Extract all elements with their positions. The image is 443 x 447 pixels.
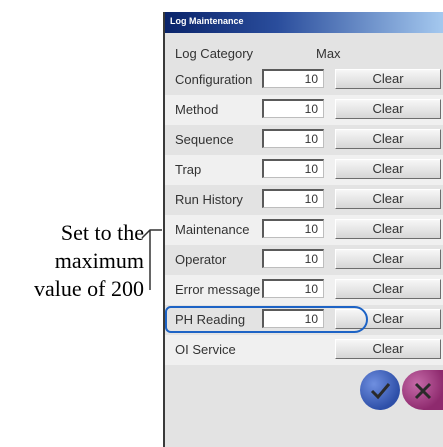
clear-button[interactable]: Clear bbox=[335, 129, 441, 149]
window-titlebar: Log Maintenance bbox=[165, 12, 443, 33]
clear-button[interactable]: Clear bbox=[335, 339, 441, 359]
max-input[interactable]: 10 bbox=[262, 189, 324, 208]
log-row: Run History 10 Clear bbox=[165, 185, 443, 215]
log-row-ph-reading: PH Reading 10 Clear bbox=[165, 305, 443, 335]
max-input[interactable]: 10 bbox=[262, 129, 324, 148]
log-category-label: PH Reading bbox=[175, 312, 246, 327]
annotation-line: Set to the bbox=[60, 220, 144, 245]
window-title: Log Maintenance bbox=[170, 16, 244, 26]
max-input[interactable]: 10 bbox=[262, 99, 324, 118]
log-category-label: Run History bbox=[175, 192, 243, 207]
log-row: OI Service Clear bbox=[165, 335, 443, 365]
log-category-label: Operator bbox=[175, 252, 227, 267]
close-icon bbox=[414, 382, 432, 400]
log-maintenance-panel: Log Maintenance Log Category Max Configu… bbox=[163, 12, 443, 447]
max-input[interactable]: 10 bbox=[262, 219, 324, 238]
ok-button[interactable] bbox=[360, 370, 400, 410]
annotation-brace bbox=[141, 229, 162, 290]
clear-button[interactable]: Clear bbox=[335, 159, 441, 179]
max-input[interactable]: 10 bbox=[262, 69, 324, 88]
log-row: Sequence 10 Clear bbox=[165, 125, 443, 155]
clear-button[interactable]: Clear bbox=[335, 69, 441, 89]
clear-button[interactable]: Clear bbox=[335, 249, 441, 269]
clear-button[interactable]: Clear bbox=[335, 189, 441, 209]
log-row: Configuration 10 Clear bbox=[165, 65, 443, 95]
log-category-label: Error message bbox=[175, 282, 261, 297]
cancel-button[interactable] bbox=[402, 370, 443, 410]
log-row: Trap 10 Clear bbox=[165, 155, 443, 185]
clear-button[interactable]: Clear bbox=[335, 99, 441, 119]
log-category-header: Log Category bbox=[175, 46, 254, 61]
clear-button[interactable]: Clear bbox=[335, 219, 441, 239]
max-header: Max bbox=[316, 46, 341, 61]
log-category-label: OI Service bbox=[175, 342, 236, 357]
annotation-text: Set to the maximum value of 200 bbox=[2, 219, 144, 303]
log-row: Method 10 Clear bbox=[165, 95, 443, 125]
log-category-label: Sequence bbox=[175, 132, 234, 147]
clear-button[interactable]: Clear bbox=[335, 309, 441, 329]
log-row: Error message 10 Clear bbox=[165, 275, 443, 305]
log-category-label: Method bbox=[175, 102, 219, 117]
log-row: Operator 10 Clear bbox=[165, 245, 443, 275]
log-row: Maintenance 10 Clear bbox=[165, 215, 443, 245]
annotation-line: value of 200 bbox=[34, 276, 144, 301]
max-input[interactable]: 10 bbox=[262, 279, 324, 298]
max-input-ph-reading[interactable]: 10 bbox=[262, 309, 324, 328]
check-icon bbox=[370, 383, 391, 400]
max-input[interactable]: 10 bbox=[262, 249, 324, 268]
log-category-label: Configuration bbox=[175, 72, 253, 87]
clear-button[interactable]: Clear bbox=[335, 279, 441, 299]
max-input[interactable]: 10 bbox=[262, 159, 324, 178]
annotation-line: maximum bbox=[54, 248, 144, 273]
log-category-label: Maintenance bbox=[175, 222, 250, 237]
log-category-label: Trap bbox=[175, 162, 202, 177]
